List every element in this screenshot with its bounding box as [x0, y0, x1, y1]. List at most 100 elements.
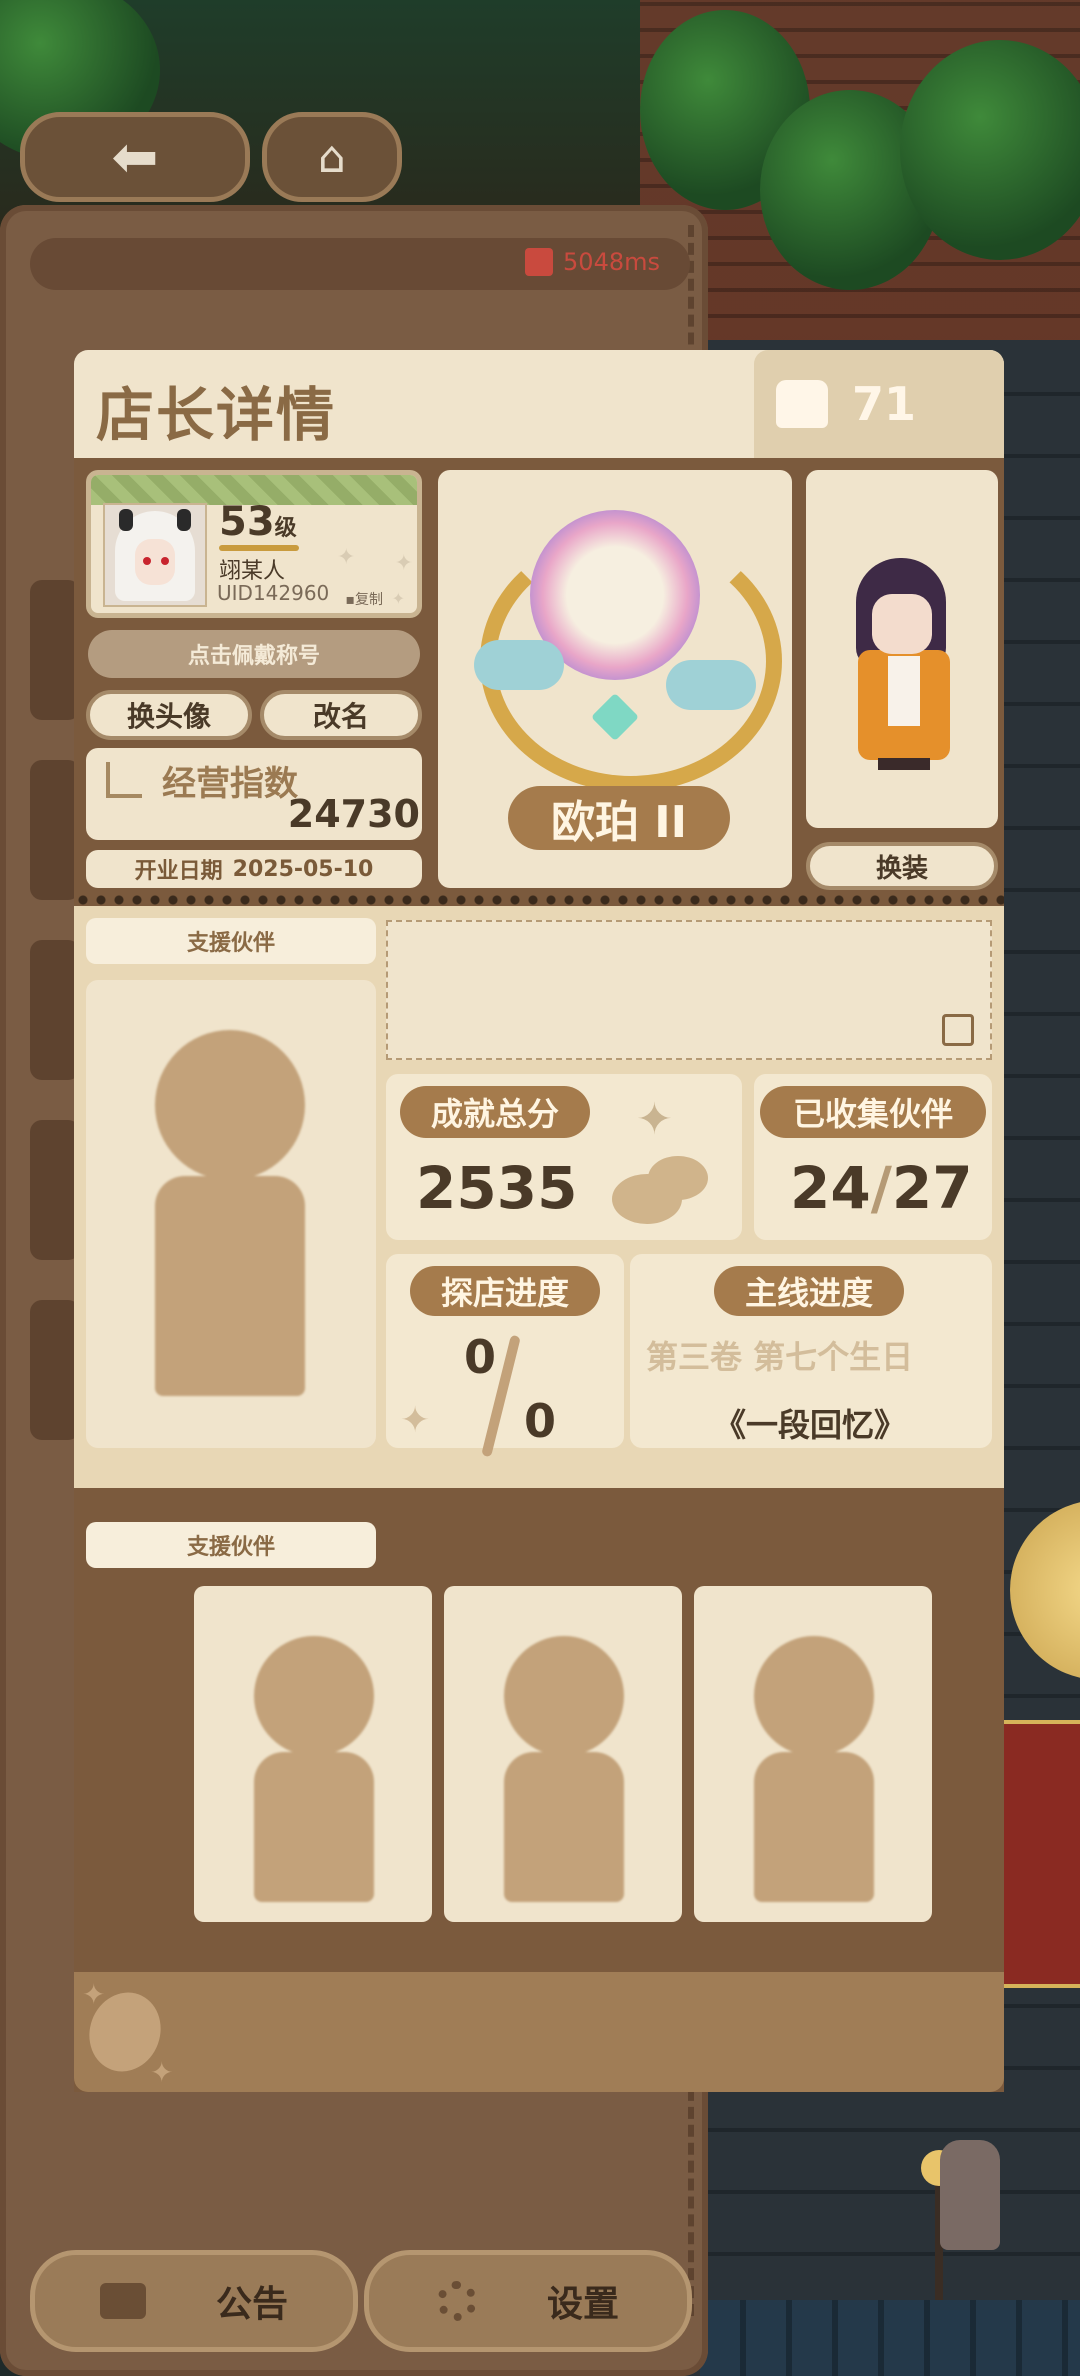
collected-total: 27 [891, 1154, 973, 1222]
achievement-label: 成就总分 [400, 1086, 590, 1138]
business-index-label: 经营指数 [162, 764, 298, 804]
empty-partner-silhouette-icon [498, 1636, 628, 1902]
wear-title-button[interactable]: 点击佩戴称号 [88, 630, 420, 678]
sparkle-icon: ✦ [391, 589, 405, 608]
background-shop [1000, 1720, 1080, 1988]
dialog-footer: ✦ ✦ [74, 1972, 1004, 2092]
rank-badge-card[interactable]: 欧珀 II [438, 470, 792, 888]
network-status-bar: 5048ms [30, 238, 690, 290]
support-partner-slot[interactable] [694, 1586, 932, 1922]
character-apron [888, 656, 920, 726]
like-button[interactable]: 71 [754, 350, 1004, 458]
sparkle-icon: ✦ [636, 1094, 673, 1145]
owner-detail-dialog: 店长详情 71 53级 翊某人 UID142960 ▪复制 ✦ ✦ ✦ 点击佩戴… [74, 350, 1004, 2092]
open-date-value: 2025-05-10 [232, 856, 374, 882]
achievement-value: 2535 [416, 1154, 578, 1222]
home-button[interactable]: ⌂ [262, 112, 402, 202]
profile-card: 53级 翊某人 UID142960 ▪复制 ✦ ✦ ✦ [86, 470, 422, 618]
gear-icon [436, 2281, 477, 2321]
copy-uid-button[interactable]: ▪复制 [346, 589, 384, 609]
settings-label: 设置 [546, 2284, 619, 2325]
business-index-card: 经营指数 24730 [86, 748, 422, 840]
empty-partner-silhouette-icon [141, 1030, 321, 1410]
level-number: 53 [219, 499, 275, 545]
player-level: 53级 [219, 499, 297, 545]
silhouette-torso [254, 1752, 374, 1902]
support-partner-slot[interactable] [86, 980, 376, 1448]
collected-partners-card: 已收集伙伴 24/27 [754, 1074, 992, 1240]
rank-name: 欧珀 II [508, 786, 730, 850]
notice-button[interactable]: 公告 [30, 2250, 358, 2352]
section-divider [74, 895, 1004, 905]
dialog-header: 店长详情 71 [74, 350, 1004, 458]
main-story-title: 《一段回忆》 [714, 1406, 907, 1444]
side-menu-icon[interactable] [30, 1120, 80, 1260]
main-story-label: 主线进度 [714, 1266, 904, 1316]
collected-partners-label: 已收集伙伴 [760, 1086, 986, 1138]
edit-icon[interactable] [942, 1014, 974, 1046]
side-menu-icon[interactable] [30, 580, 80, 720]
avatar-horn [119, 509, 133, 531]
main-story-chapter: 第三卷 第七个生日 [646, 1338, 914, 1376]
notice-icon [99, 2283, 146, 2319]
side-menu-icon[interactable] [30, 1300, 80, 1440]
main-story-card[interactable]: 主线进度 第三卷 第七个生日 《一段回忆》 [630, 1254, 992, 1448]
player-uid: UID142960 [217, 581, 330, 605]
silhouette-head [254, 1636, 374, 1756]
collected-separator: / [870, 1154, 892, 1222]
sparkle-icon: ✦ [150, 2056, 174, 2089]
character-feet [878, 758, 930, 770]
dialog-body: 53级 翊某人 UID142960 ▪复制 ✦ ✦ ✦ 点击佩戴称号 换头像 改… [74, 458, 1004, 2092]
silhouette-torso [754, 1752, 874, 1902]
business-index-value: 24730 [287, 792, 420, 836]
support-partner-label-2: 支援伙伴 [86, 1522, 376, 1568]
background-cat-npc[interactable] [940, 2140, 1000, 2250]
side-menu-icon[interactable] [30, 760, 80, 900]
explore-progress-card: 探店进度 0 0 ✦ [386, 1254, 624, 1458]
chart-icon [106, 762, 142, 798]
notice-label: 公告 [215, 2284, 288, 2325]
empty-partner-silhouette-icon [248, 1636, 378, 1902]
back-button[interactable]: ⬅ [20, 112, 250, 202]
silhouette-torso [155, 1176, 305, 1396]
side-menu-icon[interactable] [30, 940, 80, 1080]
arrow-left-icon: ⬅ [111, 124, 159, 190]
avatar[interactable] [103, 503, 207, 607]
sparkle-icon: ✦ [82, 1978, 106, 2011]
copy-label: 复制 [355, 592, 383, 608]
explore-current: 0 [464, 1330, 497, 1384]
silhouette-head [155, 1030, 305, 1180]
support-partner-slot[interactable] [444, 1586, 682, 1922]
sparkle-icon: ✦ [337, 545, 356, 570]
change-outfit-button[interactable]: 换装 [806, 842, 998, 890]
badge-cloud [666, 660, 756, 710]
support-partner-label: 支援伙伴 [86, 918, 376, 964]
settings-button[interactable]: 设置 [364, 2250, 692, 2352]
signature-box[interactable] [386, 920, 992, 1060]
avatar-eye [143, 557, 151, 565]
background-rail [700, 2300, 1080, 2376]
change-avatar-button[interactable]: 换头像 [86, 690, 252, 740]
silhouette-head [754, 1636, 874, 1756]
achievement-card: 成就总分 2535 ✦ [386, 1074, 742, 1240]
rename-button[interactable]: 改名 [260, 690, 422, 740]
coffee-bean-icon [648, 1156, 708, 1200]
explore-total: 0 [524, 1394, 557, 1448]
avatar-horn [177, 509, 191, 531]
support-partner-slot[interactable] [194, 1586, 432, 1922]
signal-icon [525, 248, 554, 276]
empty-partner-silhouette-icon [748, 1636, 878, 1902]
collected-partners-value: 24/27 [790, 1154, 973, 1222]
thumbs-up-icon [776, 380, 828, 428]
sparkle-icon: ✦ [394, 551, 413, 576]
home-icon: ⌂ [318, 131, 346, 183]
support-partners-section: 支援伙伴 [74, 1504, 1004, 1956]
dialog-title: 店长详情 [96, 381, 337, 449]
sparkle-icon: ✦ [400, 1400, 431, 1441]
badge-cloud [474, 640, 564, 690]
explore-progress-label: 探店进度 [410, 1266, 600, 1316]
collected-current: 24 [790, 1154, 871, 1222]
avatar-face [135, 539, 175, 585]
character-sprite-card[interactable] [806, 470, 998, 828]
level-suffix: 级 [274, 516, 297, 541]
